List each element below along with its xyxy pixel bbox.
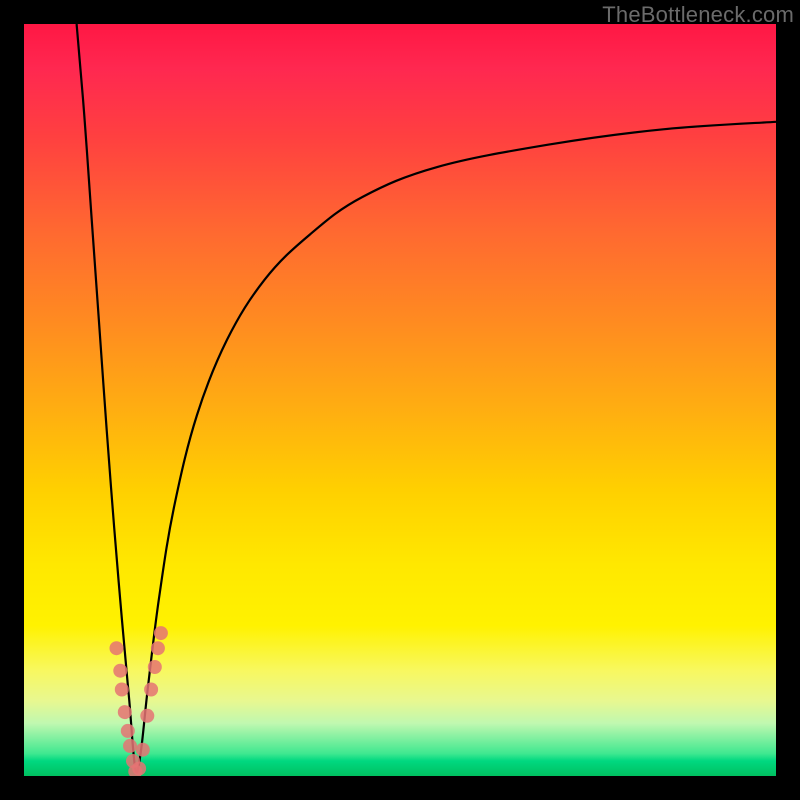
data-points (110, 626, 168, 776)
bottleneck-curve (77, 24, 776, 772)
data-point (115, 683, 129, 697)
watermark-text: TheBottleneck.com (602, 2, 794, 28)
data-point (132, 762, 146, 776)
data-point (140, 709, 154, 723)
plot-area (24, 24, 776, 776)
data-point (113, 664, 127, 678)
chart-container: TheBottleneck.com (0, 0, 800, 800)
data-point (136, 743, 150, 757)
data-point (148, 660, 162, 674)
data-point (121, 724, 135, 738)
data-point (144, 683, 158, 697)
data-point (154, 626, 168, 640)
data-point (110, 641, 124, 655)
data-point (151, 641, 165, 655)
data-point (118, 705, 132, 719)
data-point (123, 739, 137, 753)
curve-svg (24, 24, 776, 776)
